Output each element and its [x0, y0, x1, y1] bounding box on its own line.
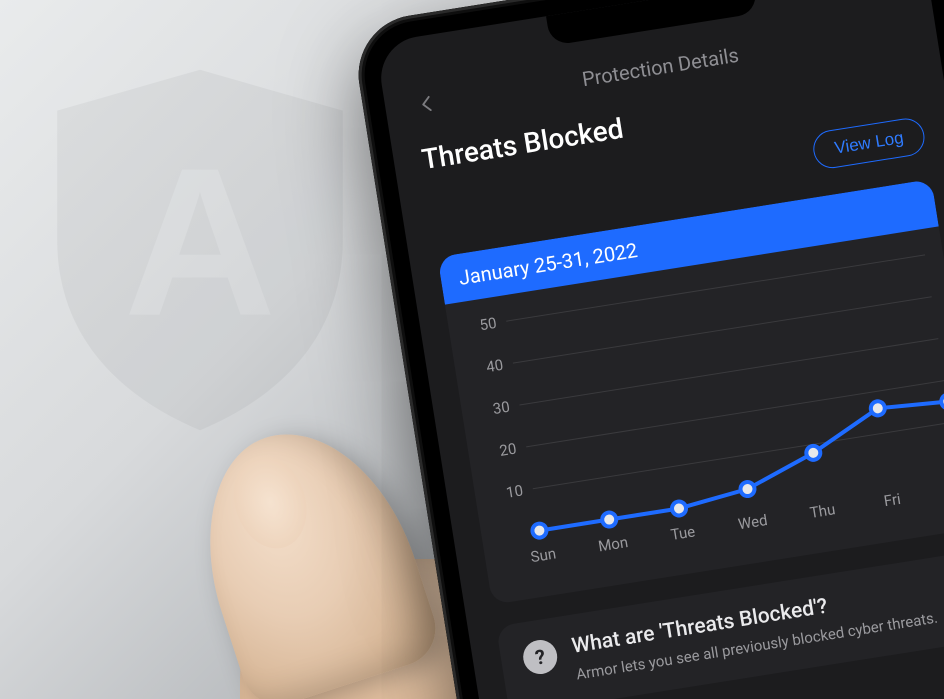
svg-text:Sun: Sun [529, 544, 557, 566]
scene-background: A Protection Details Threats Blocked Vi [0, 0, 944, 699]
svg-text:40: 40 [485, 356, 504, 376]
arrow-left-icon [416, 92, 439, 115]
svg-text:Tue: Tue [669, 522, 696, 544]
svg-text:50: 50 [478, 314, 497, 334]
svg-text:20: 20 [498, 440, 517, 460]
back-button[interactable] [411, 88, 443, 120]
svg-text:Thu: Thu [809, 500, 837, 522]
svg-text:A: A [124, 124, 276, 360]
question-mark-icon: ? [521, 638, 560, 677]
view-log-button[interactable]: View Log [811, 116, 927, 171]
armor-shield-watermark: A [30, 60, 370, 440]
hand-thumb [175, 405, 446, 699]
threats-chart-card: January 25-31, 2022 1020304050 SunMonTue… [437, 179, 944, 605]
svg-text:Wed: Wed [737, 511, 769, 533]
svg-text:Mon: Mon [597, 533, 629, 555]
phone-screen: Protection Details Threats Blocked View … [375, 0, 944, 699]
svg-text:10: 10 [505, 481, 524, 501]
threats-line-chart[interactable]: 1020304050 SunMonTueWedThuFriSat [460, 245, 944, 577]
page-title: Protection Details [580, 43, 740, 91]
svg-text:30: 30 [492, 398, 511, 418]
svg-text:Fri: Fri [883, 490, 902, 510]
app-protection-details: Protection Details Threats Blocked View … [375, 0, 944, 699]
